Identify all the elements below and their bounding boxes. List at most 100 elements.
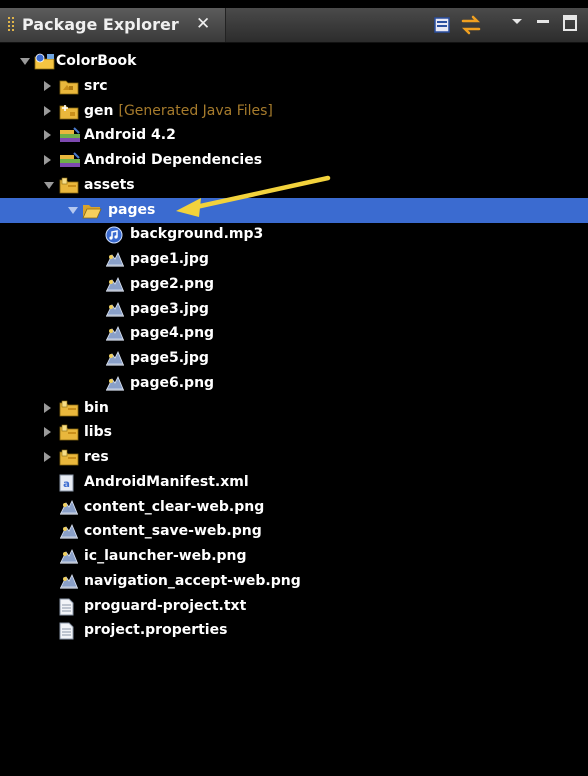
expand-arrow-right-icon[interactable] bbox=[44, 105, 51, 116]
tree-item-name: src bbox=[84, 77, 108, 94]
tree-item-name: page2.png bbox=[130, 275, 215, 292]
tree-item-name: page3.jpg bbox=[130, 300, 209, 317]
image-file-icon bbox=[105, 301, 124, 318]
tree-item-name: pages bbox=[108, 201, 156, 218]
xml-file-icon: a bbox=[59, 474, 76, 492]
tree-item-name: libs bbox=[84, 424, 112, 441]
tree-item[interactable]: content_save-web.png bbox=[0, 519, 588, 544]
image-file-icon bbox=[105, 350, 124, 367]
tree-item[interactable]: bin bbox=[0, 396, 588, 421]
tree-item-label: bin bbox=[84, 400, 109, 416]
tree-item[interactable]: Android Dependencies bbox=[0, 148, 588, 173]
tree-item[interactable]: background.mp3 bbox=[0, 222, 588, 247]
tree-item-label: ColorBook bbox=[56, 53, 136, 69]
image-file-icon bbox=[105, 325, 124, 342]
library-icon bbox=[59, 127, 80, 144]
image-file-icon bbox=[59, 548, 78, 565]
tree-item[interactable]: a AndroidManifest.xml bbox=[0, 470, 588, 495]
tree-item-name: background.mp3 bbox=[130, 226, 264, 243]
tree-item-name: bin bbox=[84, 399, 109, 416]
android-project-icon bbox=[34, 53, 55, 70]
tree-item[interactable]: content_clear-web.png bbox=[0, 495, 588, 520]
tree-item-label: content_save-web.png bbox=[84, 523, 262, 539]
open-folder-icon bbox=[82, 202, 102, 219]
tree-item-name: ic_launcher-web.png bbox=[84, 548, 247, 564]
link-with-editor-icon[interactable] bbox=[458, 8, 484, 42]
minimize-icon[interactable] bbox=[534, 8, 552, 42]
tree-item-name: content_save-web.png bbox=[84, 523, 262, 540]
text-file-icon bbox=[59, 622, 76, 640]
expand-arrow-right-icon[interactable] bbox=[44, 452, 51, 462]
close-icon[interactable]: ✕ bbox=[196, 14, 210, 34]
project-tree[interactable]: ColorBook src gen [Generated Java Files] And… bbox=[0, 43, 588, 776]
image-file-icon bbox=[105, 276, 124, 293]
tree-item-name: AndroidManifest.xml bbox=[84, 473, 249, 490]
tree-item-label: page6.png bbox=[130, 375, 214, 391]
tree-item[interactable]: ic_launcher-web.png bbox=[0, 544, 588, 569]
folder-icon bbox=[59, 400, 79, 417]
tree-item[interactable]: project.properties bbox=[0, 618, 588, 643]
tree-item[interactable]: page4.png bbox=[0, 321, 588, 346]
gen-folder-icon bbox=[59, 103, 79, 120]
folder-icon bbox=[59, 449, 79, 466]
expand-arrow-right-icon[interactable] bbox=[44, 427, 51, 438]
tree-item-label: page1.jpg bbox=[130, 251, 209, 267]
tree-item[interactable]: page2.png bbox=[0, 272, 588, 297]
view-tab-bar: Package Explorer ✕ bbox=[0, 8, 588, 43]
tree-item[interactable]: Android 4.2 bbox=[0, 123, 588, 148]
drag-grip-icon[interactable] bbox=[8, 17, 14, 33]
tree-item-label: libs bbox=[84, 424, 112, 440]
view-title: Package Explorer bbox=[22, 15, 179, 34]
image-file-icon bbox=[59, 499, 78, 516]
tree-item-label: ic_launcher-web.png bbox=[84, 548, 247, 564]
expand-arrow-right-icon[interactable] bbox=[44, 155, 51, 165]
tree-item-label: Android Dependencies bbox=[84, 152, 262, 168]
expand-arrow-right-icon[interactable] bbox=[44, 402, 51, 413]
tree-item-label: content_clear-web.png bbox=[84, 499, 264, 515]
tree-item[interactable]: assets bbox=[0, 173, 588, 198]
tree-item[interactable]: ColorBook bbox=[0, 49, 588, 74]
tree-item[interactable]: res bbox=[0, 445, 588, 470]
maximize-icon[interactable] bbox=[560, 8, 580, 42]
tree-item-label: page2.png bbox=[130, 276, 214, 292]
tree-item[interactable]: libs bbox=[0, 420, 588, 445]
tree-item-label: project.properties bbox=[84, 622, 227, 638]
tree-item-name: ColorBook bbox=[56, 53, 137, 69]
image-file-icon bbox=[59, 523, 78, 540]
tree-item[interactable]: proguard-project.txt bbox=[0, 594, 588, 619]
tree-item[interactable]: page5.jpg bbox=[0, 346, 588, 371]
tree-item-label: pages bbox=[108, 202, 155, 218]
tree-item-name: project.properties bbox=[84, 622, 228, 639]
tree-item-name: content_clear-web.png bbox=[84, 498, 265, 515]
tree-item-name: page4.png bbox=[130, 325, 215, 342]
folder-icon bbox=[59, 177, 79, 194]
tree-item[interactable]: gen [Generated Java Files] bbox=[0, 99, 588, 124]
image-file-icon bbox=[105, 375, 124, 392]
tree-item-name: page5.jpg bbox=[130, 350, 209, 366]
tree-item-name: proguard-project.txt bbox=[84, 597, 247, 614]
tree-item[interactable]: page1.jpg bbox=[0, 247, 588, 272]
svg-text:a: a bbox=[63, 479, 70, 490]
expand-arrow-right-icon[interactable] bbox=[44, 130, 51, 141]
view-menu-icon[interactable] bbox=[508, 8, 526, 42]
tree-item-decoration: [Generated Java Files] bbox=[118, 102, 273, 119]
collapse-all-icon[interactable] bbox=[432, 8, 454, 42]
tree-item-label: AndroidManifest.xml bbox=[84, 474, 249, 490]
expand-arrow-down-icon[interactable] bbox=[20, 58, 30, 65]
tree-item-label: proguard-project.txt bbox=[84, 598, 246, 614]
tree-item[interactable]: page3.jpg bbox=[0, 297, 588, 322]
tab-package-explorer[interactable]: Package Explorer ✕ bbox=[0, 8, 226, 42]
tree-item[interactable]: page6.png bbox=[0, 371, 588, 396]
tree-item-name: page1.jpg bbox=[130, 251, 209, 267]
tree-item[interactable]: navigation_accept-web.png bbox=[0, 569, 588, 594]
tree-item-label: background.mp3 bbox=[130, 226, 263, 242]
expand-arrow-down-icon[interactable] bbox=[68, 206, 78, 214]
tree-item[interactable]: pages bbox=[0, 197, 588, 223]
tree-item[interactable]: src bbox=[0, 74, 588, 99]
tree-item-label: Android 4.2 bbox=[84, 127, 176, 143]
tree-item-name: Android 4.2 bbox=[84, 127, 176, 144]
text-file-icon bbox=[59, 598, 76, 615]
image-file-icon bbox=[59, 573, 78, 590]
expand-arrow-down-icon[interactable] bbox=[44, 181, 54, 189]
expand-arrow-right-icon[interactable] bbox=[44, 80, 51, 91]
